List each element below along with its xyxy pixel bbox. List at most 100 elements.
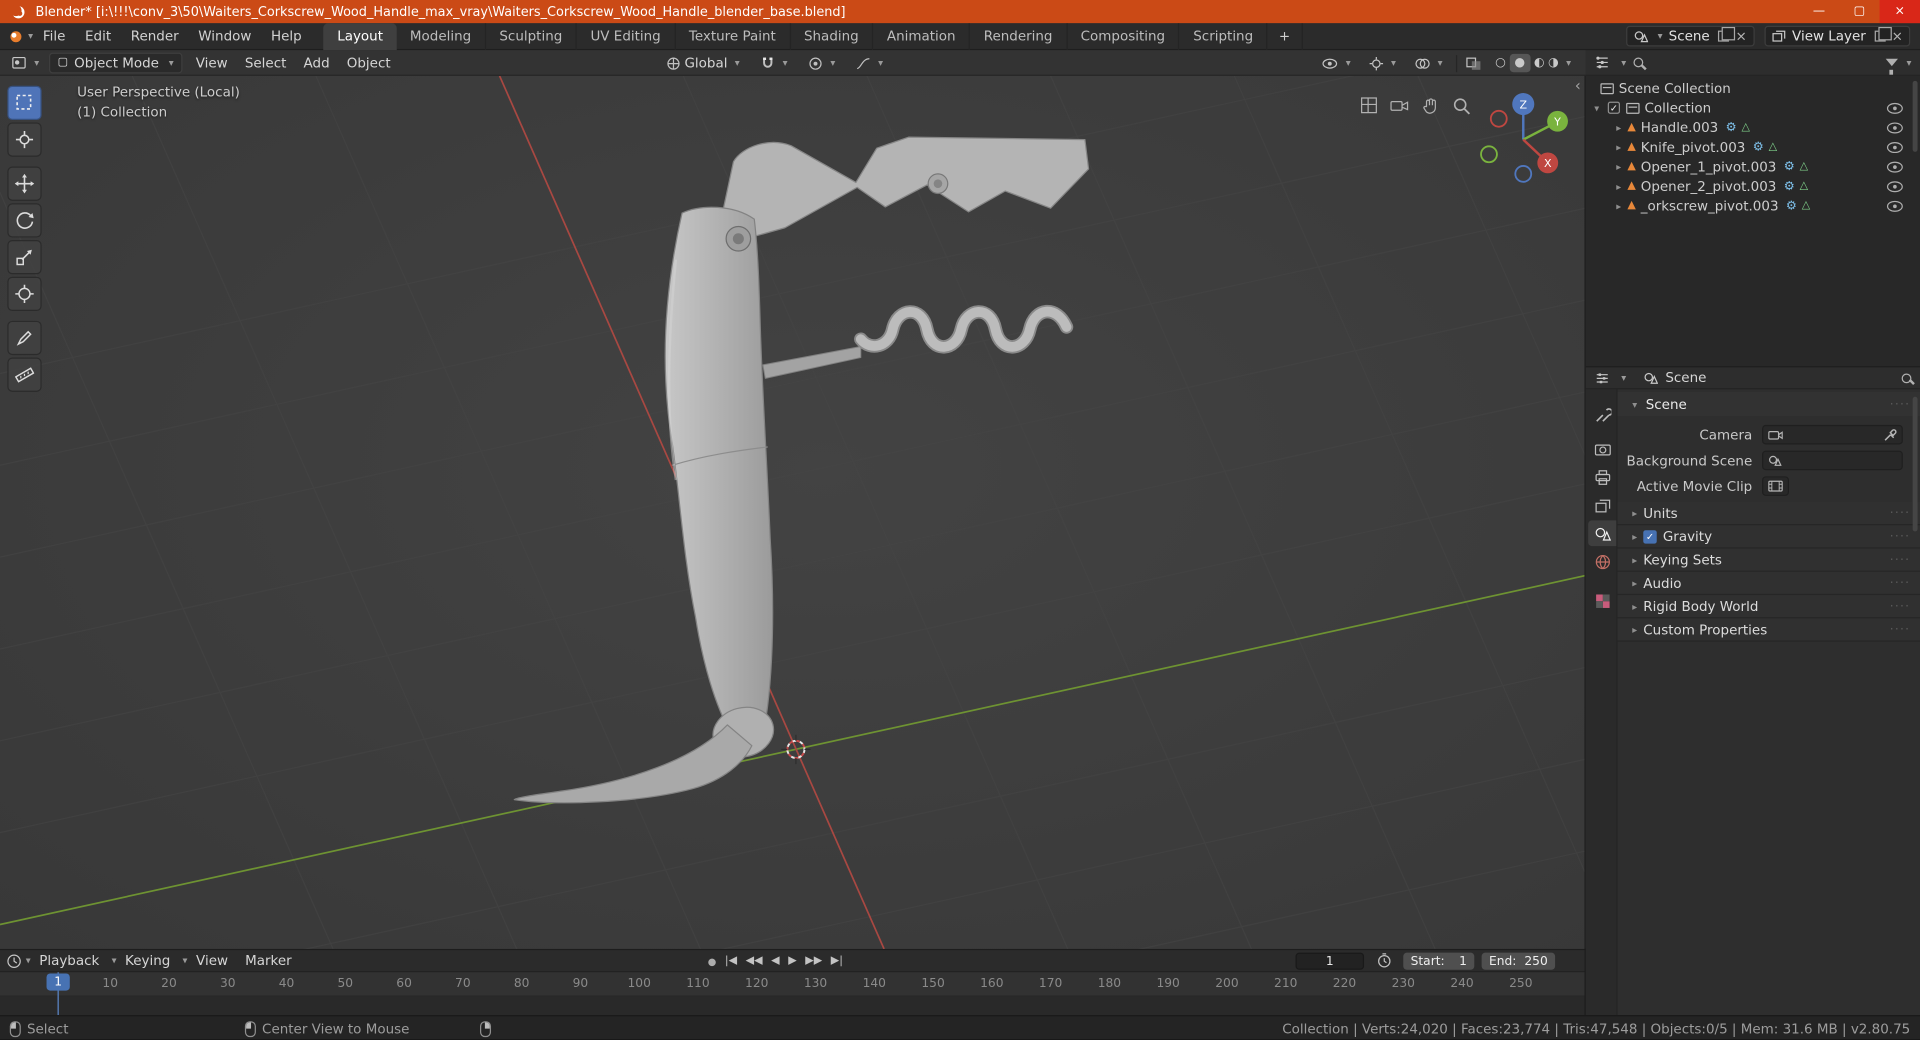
outliner-search-icon[interactable] [1633,57,1644,68]
panel-rigid-body-world[interactable]: ▸ Rigid Body World ···· [1617,595,1920,619]
expand-icon[interactable]: ▸ [1613,122,1625,133]
3d-viewport[interactable]: User Perspective (Local) (1) Collection [0,75,1586,949]
panel-expand-icon[interactable]: ▾ [1629,399,1641,410]
jump-to-end-button[interactable]: ▶| [831,955,843,967]
outliner-row-object[interactable]: ▸ ▲ Knife_pivot.003 ⚙ △ [1586,137,1920,157]
properties-scrollbar[interactable] [1912,396,1918,532]
annotate-tool[interactable] [7,320,42,356]
start-frame-field[interactable]: Start: 1 [1403,952,1475,970]
visibility-dropdown[interactable]: ▾ [1316,57,1355,69]
collection-checkbox[interactable]: ✓ [1607,101,1621,114]
outliner-row-scene-collection[interactable]: Scene Collection [1586,78,1920,98]
shading-dropdown-icon[interactable]: ▾ [1566,58,1571,69]
gravity-checkbox[interactable]: ✓ [1643,529,1657,544]
eye-icon[interactable] [1886,102,1903,114]
sidebar-toggle-icon[interactable]: ‹ [1575,77,1581,94]
menu-edit[interactable]: Edit [75,23,121,50]
menu-help[interactable]: Help [261,23,311,50]
panel-grip[interactable]: ···· [1890,530,1910,543]
transform-tool[interactable] [7,276,42,312]
navigation-gizmo[interactable]: Z Y X [1472,88,1575,191]
panel-grip[interactable]: ···· [1890,553,1910,566]
falloff-control[interactable]: ▾ [851,56,888,71]
menu-playback[interactable]: Playback [31,953,108,969]
pan-view-icon[interactable] [1418,93,1442,117]
eye-icon[interactable] [1886,122,1903,134]
tab-tool[interactable] [1588,402,1616,428]
outliner-row-object[interactable]: ▸ ▲ _orkscrew_pivot.003 ⚙ △ [1586,196,1920,216]
eye-icon[interactable] [1886,142,1903,154]
close-button[interactable]: × [1879,0,1920,24]
panel-grip[interactable]: ···· [1890,397,1910,410]
panel-audio[interactable]: ▸ Audio ···· [1617,571,1920,596]
proportional-edit-control[interactable]: ▾ [803,56,840,71]
menu-object[interactable]: Object [338,54,399,70]
mode-dropdown[interactable]: ▢ Object Mode ▾ [48,52,183,73]
menu-file[interactable]: File [33,23,75,50]
outliner-row-object[interactable]: ▸ ▲ Handle.003 ⚙ △ [1586,118,1920,138]
tab-compositing[interactable]: Compositing [1067,22,1180,50]
menu-render[interactable]: Render [121,23,189,50]
new-view-layer-icon[interactable] [1874,26,1892,42]
remove-view-layer-icon[interactable]: × [1892,29,1903,42]
expand-icon[interactable]: ▸ [1613,181,1625,192]
outliner-row-collection[interactable]: ▾ ✓ Collection [1586,98,1920,118]
scene-selector[interactable]: ▾ Scene × [1625,25,1755,47]
overlays-dropdown-icon[interactable]: ▾ [1438,58,1443,69]
measure-tool[interactable] [7,357,42,392]
timeline-editor-icon[interactable] [6,953,22,968]
menu-select[interactable]: Select [236,54,295,70]
gizmos-toggle[interactable]: ▾ [1364,56,1401,71]
view-layer-selector[interactable]: View Layer × [1763,25,1911,47]
shading-solid-button[interactable]: ● [1509,53,1531,73]
editor-dropdown-icon[interactable]: ▾ [34,57,39,68]
properties-editor-icon[interactable] [1594,370,1610,385]
outliner-row-object[interactable]: ▸ ▲ Opener_1_pivot.003 ⚙ △ [1586,157,1920,177]
prev-keyframe-button[interactable]: ◀◀ [746,955,763,967]
scale-tool[interactable] [7,240,42,275]
movie-clip-field[interactable] [1762,476,1789,496]
panel-keying-sets[interactable]: ▸ Keying Sets ···· [1617,548,1920,572]
end-frame-field[interactable]: End: 250 [1481,952,1556,970]
outliner-row-object[interactable]: ▸ ▲ Opener_2_pivot.003 ⚙ △ [1586,176,1920,196]
camera-field[interactable] [1762,424,1903,445]
expand-icon[interactable]: ▸ [1613,141,1625,152]
snap-control[interactable]: ▾ [756,56,793,71]
outliner-editor-icon[interactable] [1594,55,1610,70]
menu-add[interactable]: Add [295,54,338,70]
zoom-view-icon[interactable] [1449,93,1473,117]
tab-shading[interactable]: Shading [791,22,874,50]
eye-icon[interactable] [1886,200,1903,212]
tab-layout[interactable]: Layout [323,22,397,50]
unlink-scene-icon[interactable]: × [1735,29,1746,42]
tab-animation[interactable]: Animation [873,22,971,50]
panel-gravity[interactable]: ▸ ✓ Gravity ···· [1617,525,1920,549]
tab-scripting[interactable]: Scripting [1180,22,1268,50]
tab-texture[interactable] [1588,588,1616,614]
tab-world[interactable] [1588,549,1616,575]
panel-grip[interactable]: ···· [1890,506,1910,519]
minimize-button[interactable]: — [1799,0,1839,23]
outliner-filter-dropdown-icon[interactable]: ▾ [1907,57,1912,68]
play-reverse-button[interactable]: ◀ [771,955,779,967]
background-scene-field[interactable] [1762,450,1903,471]
menu-view-timeline[interactable]: View [187,953,236,969]
eyedropper-icon[interactable] [1883,428,1897,441]
move-tool[interactable] [7,166,42,201]
panel-grip[interactable]: ···· [1890,599,1910,612]
panel-grip[interactable]: ···· [1890,576,1910,589]
maximize-button[interactable]: ▢ [1839,0,1879,23]
menu-window[interactable]: Window [188,23,261,50]
gizmos-dropdown-icon[interactable]: ▾ [1391,58,1396,69]
timeline-lane[interactable] [0,996,1585,1016]
eye-icon[interactable] [1886,161,1903,173]
properties-search-icon[interactable] [1901,372,1912,383]
scene-panel-header[interactable]: ▾ Scene ···· [1617,391,1920,417]
playhead-frame-badge[interactable]: 1 [46,973,70,991]
tab-modeling[interactable]: Modeling [396,22,486,50]
tab-scene[interactable] [1588,520,1617,547]
shading-rendered-button[interactable]: ◑ [1548,54,1559,72]
overlays-toggle[interactable]: ▾ [1409,56,1447,71]
editor-type-selector[interactable]: ▾ [6,55,44,70]
tab-uv-editing[interactable]: UV Editing [577,22,676,50]
